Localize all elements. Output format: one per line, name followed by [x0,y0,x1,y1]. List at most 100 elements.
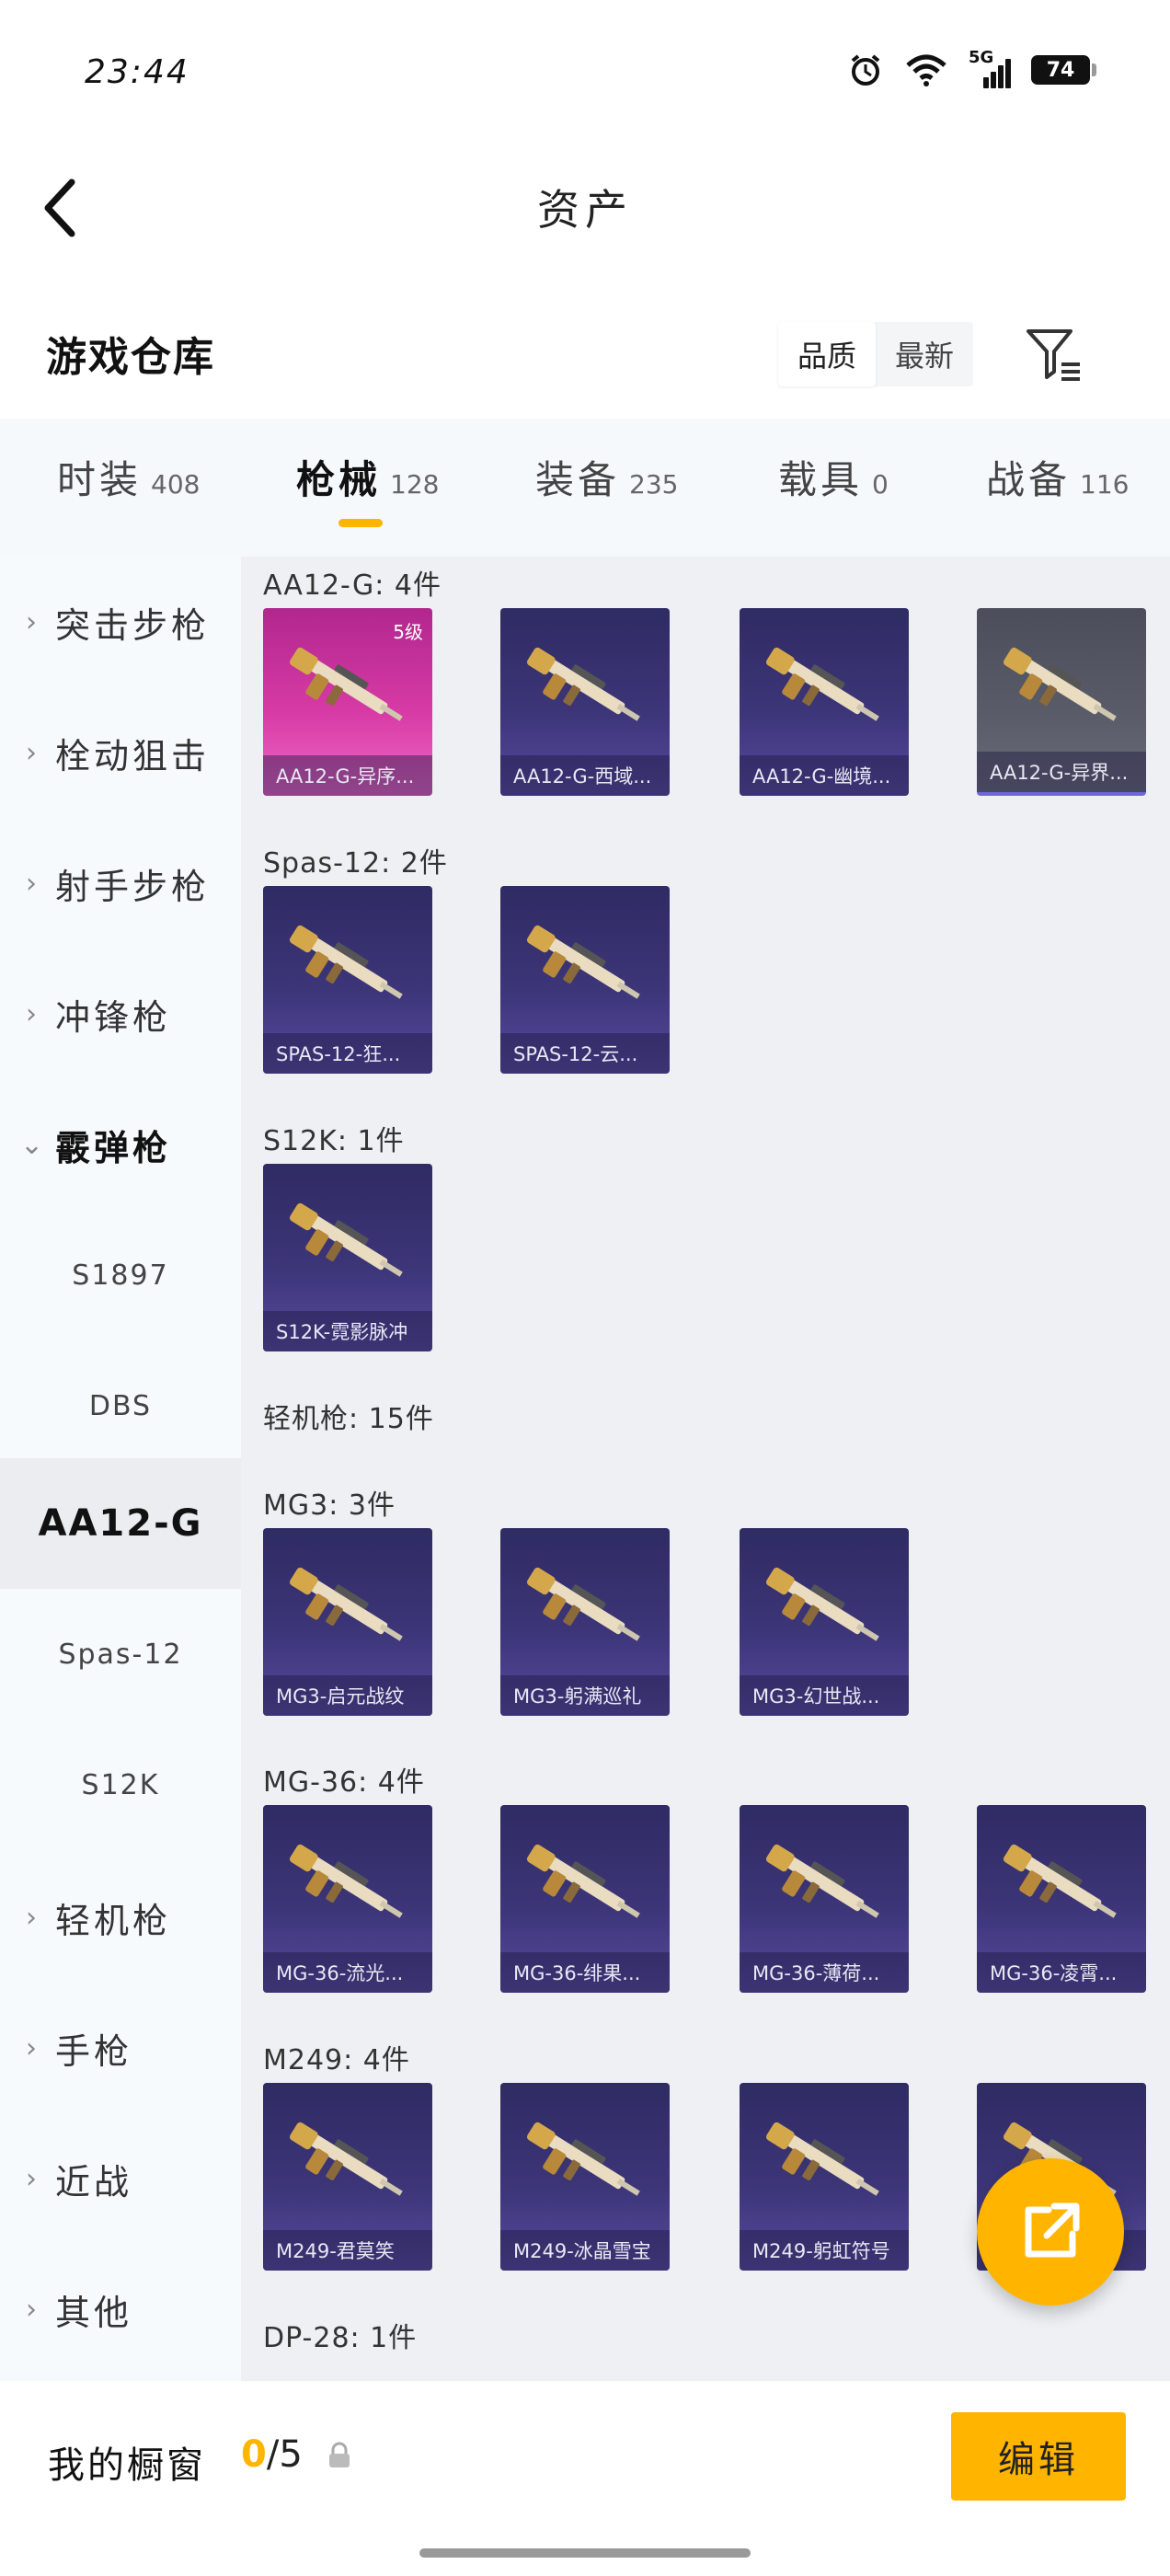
group-label: S12K: 1件 [263,1125,405,1157]
tab-equipment[interactable]: 装备 235 [535,449,678,505]
sidebar-item-label: 霰弹枪 [55,1127,172,1168]
sidebar-subitem-s1897[interactable]: S1897 [0,1210,241,1340]
tab-firearms[interactable]: 枪械 128 [296,449,439,505]
sidebar-item-shotgun[interactable]: ⌄ 霰弹枪 [0,1079,241,1210]
item-card[interactable]: M249-君莫笑 [263,2083,432,2271]
chevron-right-icon: › [26,605,37,638]
item-card[interactable]: MG-36-凌霄... [977,1805,1146,1993]
tab-vehicles[interactable]: 载具 0 [778,449,889,505]
item-card[interactable]: AA12-G-异界... [977,608,1146,796]
sidebar-item-label: 射手步枪 [55,866,211,907]
group-label: Spas-12: 2件 [263,847,448,880]
sidebar-item-marksman-rifle[interactable]: › 射手步枪 [0,818,241,949]
item-name: MG-36-绯果... [500,1952,670,1993]
tab-count: 116 [1080,469,1130,500]
gun-icon [526,1844,640,1918]
battery-icon: 74 [1031,55,1096,85]
group-label: 轻机枪: 15件 [263,1403,434,1435]
gun-icon [526,647,640,721]
item-card[interactable]: AA12-G-西域... [500,608,670,796]
tab-supplies[interactable]: 战备 116 [986,449,1129,505]
cellular-signal-icon: 5G [969,48,1011,88]
sort-quality-option[interactable]: 品质 [778,322,876,386]
tab-label: 战备 [986,457,1072,502]
item-tier: 5级 [393,621,423,643]
gun-icon [289,1202,403,1277]
gun-icon [1003,647,1117,721]
network-type: 5G [969,48,994,67]
item-card[interactable]: MG3-躬满巡礼 [500,1528,670,1716]
item-card[interactable]: MG-36-薄荷... [740,1805,909,1993]
chevron-right-icon: › [26,867,37,900]
chevron-right-icon: › [26,997,37,1030]
sidebar-item-bolt-sniper[interactable]: › 栓动狙击 [0,687,241,818]
sidebar-item-lmg[interactable]: › 轻机枪 [0,1852,241,1983]
item-card[interactable]: SPAS-12-云... [500,886,670,1074]
group-label: MG3: 3件 [263,1489,396,1522]
external-link-icon [1025,2202,1080,2258]
item-card[interactable]: M249-冰晶雪宝 [500,2083,670,2271]
item-card[interactable]: S12K-霓影脉冲 [263,1164,432,1351]
sidebar-subitem-aa12g[interactable]: AA12-G [0,1458,241,1589]
sort-latest-option[interactable]: 最新 [876,322,973,386]
alarm-icon [851,54,880,86]
item-name: AA12-G-幽境... [740,755,909,796]
gun-icon [765,2122,879,2196]
gun-icon [289,2122,403,2196]
sidebar-subitem-s12k[interactable]: S12K [0,1719,241,1850]
lock-icon [327,2442,351,2469]
gun-icon [289,925,403,999]
showcase-count: 0/5 [241,2433,303,2476]
sidebar-item-label: 轻机枪 [55,1900,172,1941]
sidebar-item-assault-rifle[interactable]: › 突击步枪 [0,557,241,687]
gun-icon [289,647,403,721]
item-card[interactable]: MG3-启元战纹 [263,1528,432,1716]
sidebar-item-label: DBS [88,1389,153,1422]
sidebar-item-pistol[interactable]: › 手枪 [0,1983,241,2113]
status-time: 23:44 [85,53,189,91]
chevron-right-icon: › [26,2293,37,2326]
page-title: 资产 [537,185,633,235]
group-label: DP-28: 1件 [263,2322,418,2354]
battery-level: 74 [1031,55,1090,85]
group-label: M249: 4件 [263,2044,410,2076]
item-card[interactable]: MG3-幻世战... [740,1528,909,1716]
sidebar-item-label: S12K [81,1768,160,1801]
sidebar-item-label: 手枪 [55,2030,133,2072]
tab-label: 载具 [778,457,864,502]
sidebar-item-other[interactable]: › 其他 [0,2244,241,2375]
item-card[interactable]: 5级 AA12-G-异序... [263,608,432,796]
item-name: M249-躬虹符号 [740,2230,909,2271]
sidebar-item-melee[interactable]: › 近战 [0,2113,241,2244]
sidebar-item-smg[interactable]: › 冲锋枪 [0,949,241,1079]
item-card[interactable]: AA12-G-幽境... [740,608,909,796]
item-name: AA12-G-西域... [500,755,670,796]
item-name: SPAS-12-云... [500,1033,670,1074]
item-name: AA12-G-异序... [263,755,432,796]
tab-label: 枪械 [296,457,382,502]
chevron-right-icon: › [26,2162,37,2195]
tab-count: 235 [629,469,679,500]
wifi-icon [906,54,946,86]
showcase-current: 0 [241,2433,267,2476]
item-name: MG3-躬满巡礼 [500,1675,670,1716]
edit-button[interactable]: 编辑 [951,2412,1126,2501]
item-name: AA12-G-异界... [977,752,1146,792]
tab-count: 408 [151,469,201,500]
share-fab[interactable] [977,2158,1124,2306]
chevron-right-icon: › [26,2031,37,2064]
item-card[interactable]: MG-36-绯果... [500,1805,670,1993]
item-name: MG-36-流光... [263,1952,432,1993]
showcase-total: /5 [266,2433,303,2476]
sidebar-subitem-dbs[interactable]: DBS [0,1340,241,1471]
item-card[interactable]: MG-36-流光... [263,1805,432,1993]
active-tab-indicator [338,519,383,527]
tab-fashion[interactable]: 时装 408 [57,449,200,505]
group-label: AA12-G: 4件 [263,569,442,602]
gun-icon [1003,1844,1117,1918]
item-card[interactable]: SPAS-12-狂... [263,886,432,1074]
sidebar-subitem-spas12[interactable]: Spas-12 [0,1589,241,1719]
filter-button[interactable] [1023,324,1084,385]
item-name: MG-36-薄荷... [740,1952,909,1993]
item-card[interactable]: M249-躬虹符号 [740,2083,909,2271]
